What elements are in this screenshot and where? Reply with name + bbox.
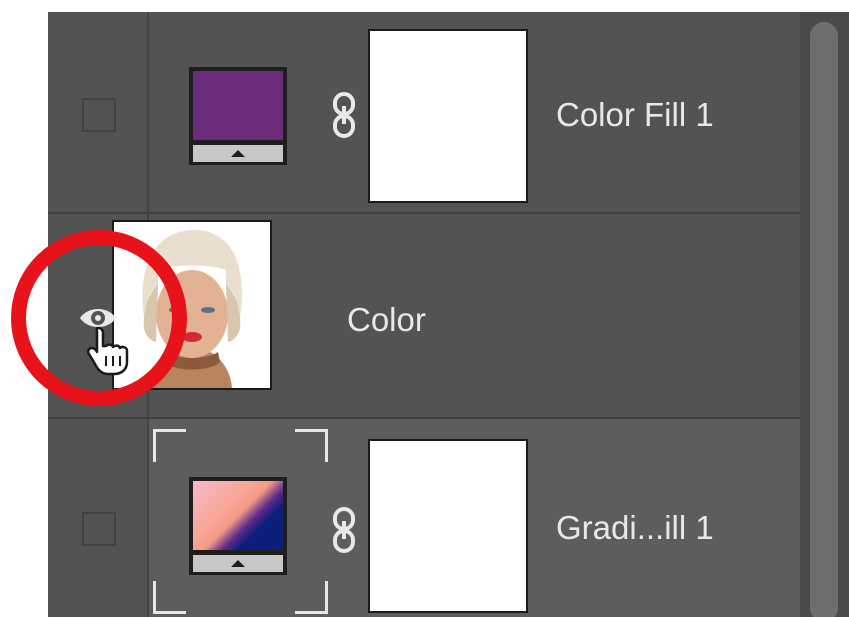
selection-corner bbox=[153, 581, 186, 614]
thumb-bar bbox=[193, 144, 283, 162]
hand-pointer-icon bbox=[86, 326, 129, 376]
layer-name[interactable]: Color Fill 1 bbox=[556, 96, 714, 134]
gradient-layer-icon[interactable] bbox=[189, 477, 287, 575]
visibility-column bbox=[48, 12, 149, 212]
layer-mask-thumbnail[interactable] bbox=[368, 439, 528, 613]
selection-corner bbox=[295, 581, 328, 614]
fill-layer-icon[interactable] bbox=[189, 67, 287, 165]
visibility-toggle[interactable] bbox=[82, 98, 116, 132]
layer-name[interactable]: Color bbox=[347, 301, 426, 339]
layer-mask-thumbnail[interactable] bbox=[368, 29, 528, 203]
chain-link-icon[interactable] bbox=[332, 507, 356, 553]
gradient-swatch bbox=[193, 481, 283, 550]
scrollbar-track[interactable] bbox=[800, 12, 849, 617]
scrollbar-thumb[interactable] bbox=[810, 22, 838, 617]
chain-link-icon[interactable] bbox=[332, 92, 356, 138]
visibility-toggle[interactable] bbox=[82, 512, 116, 546]
selection-corner bbox=[153, 429, 186, 462]
thumb-bar bbox=[193, 554, 283, 572]
visibility-column bbox=[48, 419, 149, 617]
fill-color-swatch bbox=[193, 71, 283, 140]
layer-name[interactable]: Gradi...ill 1 bbox=[556, 509, 714, 547]
selection-corner bbox=[295, 429, 328, 462]
layer-row-gradient-fill-1[interactable]: Gradi...ill 1 bbox=[48, 419, 800, 617]
layer-row-color-fill-1[interactable]: Color Fill 1 bbox=[48, 12, 800, 214]
